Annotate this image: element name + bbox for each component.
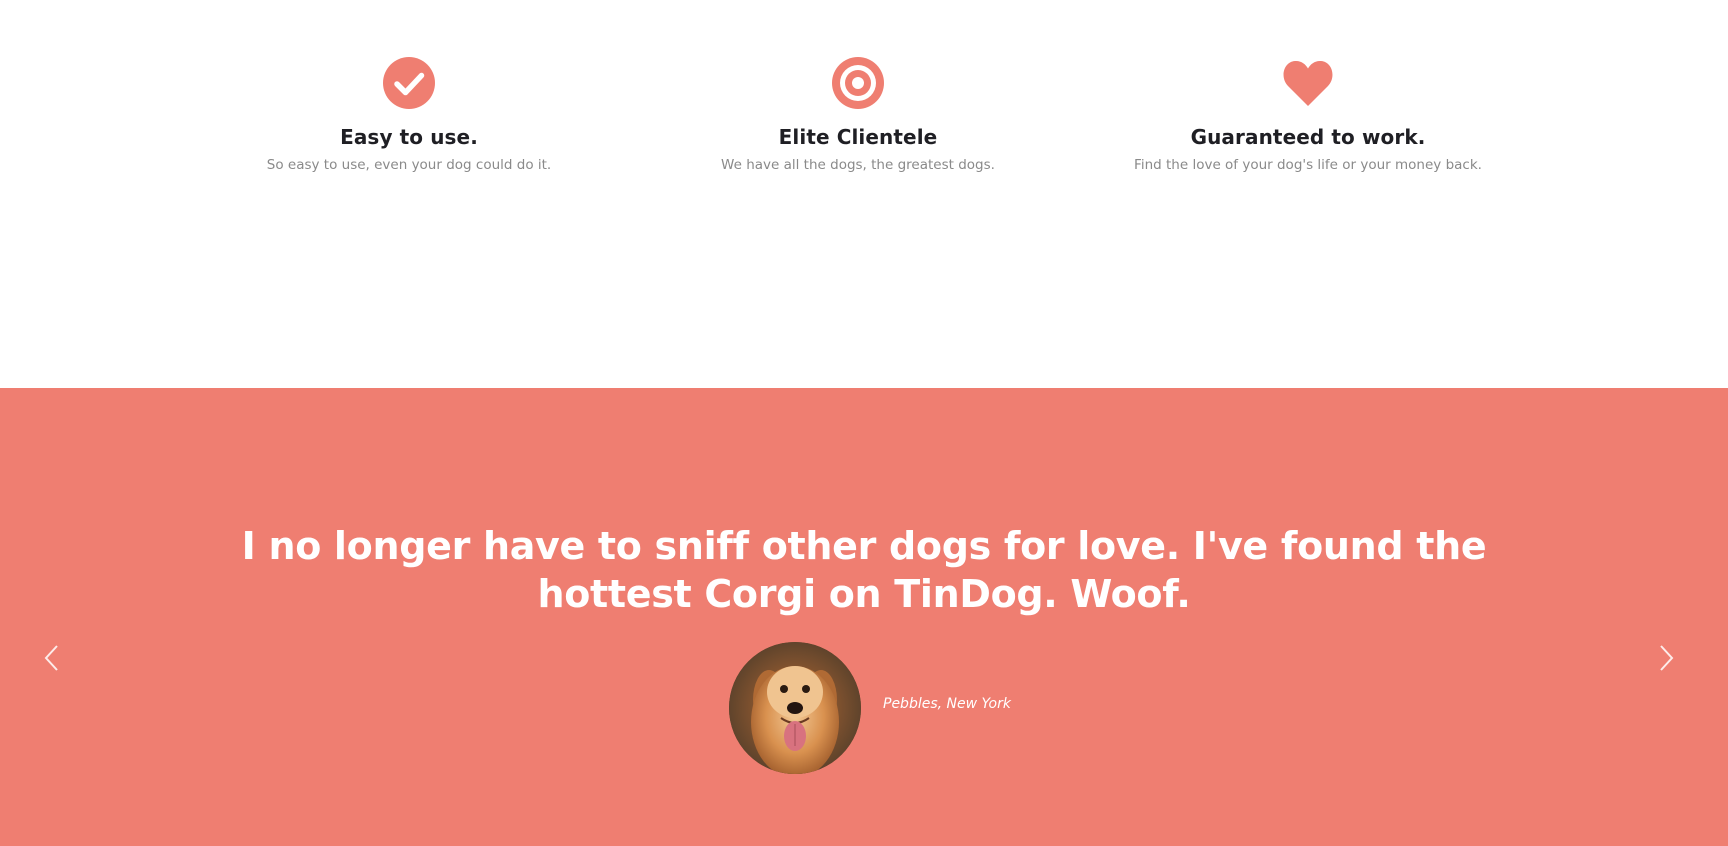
bullseye-icon (832, 57, 884, 109)
feature-title: Easy to use. (340, 125, 478, 149)
feature-text: We have all the dogs, the greatest dogs. (721, 157, 995, 173)
testimonial-avatar (729, 642, 861, 774)
feature-guaranteed: Guaranteed to work. Find the love of you… (1078, 56, 1538, 173)
feature-text: Find the love of your dog's life or your… (1134, 157, 1482, 173)
features-section: Easy to use. So easy to use, even your d… (0, 0, 1728, 388)
feature-title: Guaranteed to work. (1190, 125, 1426, 149)
chevron-left-icon (44, 645, 58, 671)
feature-easy-to-use: Easy to use. So easy to use, even your d… (179, 56, 639, 173)
testimonial-author: Pebbles, New York (883, 696, 1011, 712)
feature-elite-clientele: Elite Clientele We have all the dogs, th… (628, 56, 1088, 173)
heart-icon (1283, 60, 1333, 106)
carousel-next-button[interactable] (1646, 628, 1686, 688)
check-circle-icon (383, 57, 435, 109)
testimonial-quote: I no longer have to sniff other dogs for… (241, 524, 1487, 616)
feature-title: Elite Clientele (778, 125, 938, 149)
chevron-right-icon (1660, 645, 1674, 671)
testimonial-carousel: I no longer have to sniff other dogs for… (0, 388, 1728, 846)
carousel-prev-button[interactable] (32, 628, 72, 688)
feature-text: So easy to use, even your dog could do i… (266, 157, 552, 173)
dog-photo-icon (729, 642, 861, 774)
